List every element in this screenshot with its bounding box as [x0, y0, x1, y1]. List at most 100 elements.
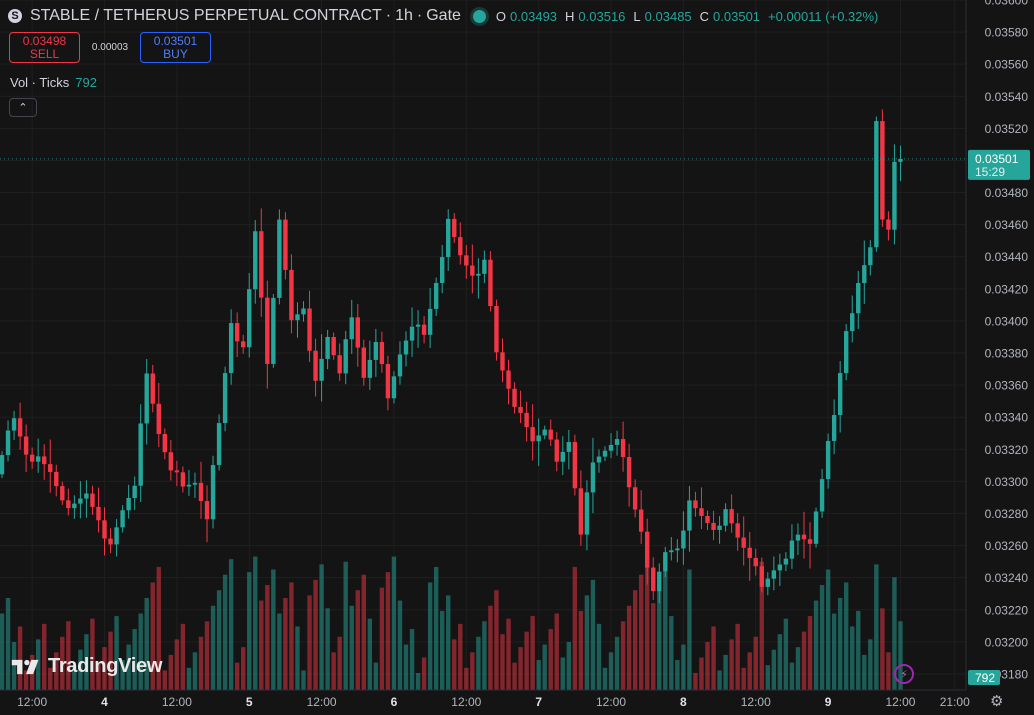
- time-tick-label: 12:00: [17, 695, 47, 709]
- volume-bar: [283, 597, 288, 690]
- candle-body: [735, 523, 740, 538]
- volume-bar: [783, 618, 789, 690]
- indicator-name: Vol · Ticks: [10, 75, 70, 90]
- volume-bar: [433, 566, 439, 690]
- volume-bar: [741, 667, 746, 690]
- volume-bar: [506, 618, 511, 690]
- candle-body: [11, 418, 17, 431]
- time-tick-label: 12:00: [162, 695, 192, 709]
- volume-bar: [663, 572, 668, 690]
- candle-body: [572, 442, 578, 489]
- price-tick-label: 0.03460: [985, 218, 1029, 232]
- volume-bar: [253, 556, 258, 690]
- candle-body: [192, 482, 198, 485]
- candle-body: [343, 339, 348, 374]
- volume-bar: [0, 613, 5, 690]
- volume-bar: [765, 665, 771, 690]
- volume-bar: [850, 626, 855, 690]
- candle-body: [494, 306, 499, 353]
- collapse-legend-button[interactable]: ⌃: [9, 98, 37, 117]
- volume-bar: [373, 662, 379, 690]
- volume-bar: [856, 610, 861, 690]
- interval-label[interactable]: 1h: [395, 7, 413, 25]
- volume-bar: [837, 597, 843, 690]
- market-status-icon[interactable]: [472, 9, 486, 23]
- candle-body: [180, 472, 186, 487]
- exchange-logo-icon: S: [8, 9, 22, 23]
- volume-bar: [801, 631, 807, 690]
- candle-body: [409, 326, 415, 341]
- volume-bar: [699, 657, 704, 690]
- volume-bar: [813, 600, 819, 690]
- last-price-label: 0.03501: [975, 152, 1019, 166]
- candle-body: [777, 564, 783, 571]
- volume-indicator-legend[interactable]: Vol · Ticks 792: [10, 75, 97, 90]
- candle-body: [301, 308, 306, 315]
- sell-button[interactable]: 0.03498 SELL: [9, 32, 80, 63]
- volume-bar: [554, 613, 559, 690]
- volume-bar: [446, 595, 451, 690]
- volume-bar: [536, 660, 541, 690]
- candle-body: [319, 358, 324, 381]
- candle-body: [253, 231, 258, 290]
- candle-body: [470, 265, 475, 276]
- candle-body: [361, 347, 366, 378]
- candle-body: [379, 342, 385, 365]
- candle-body: [482, 259, 487, 274]
- volume-bar: [204, 621, 210, 690]
- volume-bar: [560, 657, 565, 690]
- candle-body: [210, 465, 216, 520]
- time-tick-label: 12:00: [451, 695, 481, 709]
- candlesticks: [0, 109, 903, 604]
- candle-body: [0, 455, 5, 475]
- candle-body: [638, 509, 644, 532]
- candle-body: [355, 317, 360, 348]
- candle-body: [476, 273, 481, 276]
- candle-body: [783, 558, 789, 565]
- time-axis[interactable]: 12:00 4 12:00 5 12:00 6 12:00 7 12:00 8 12:00 9 12:0…: [0, 689, 970, 709]
- candle-body: [596, 456, 602, 463]
- volume-bar: [488, 605, 493, 690]
- candle-body: [385, 364, 391, 399]
- candle-body: [711, 522, 716, 530]
- volume-bar: [747, 652, 752, 690]
- candle-body: [120, 510, 125, 528]
- lightning-icon[interactable]: ⚡: [894, 664, 914, 684]
- volume-bar: [500, 634, 505, 690]
- candle-body: [415, 324, 421, 327]
- symbol-title[interactable]: STABLE / TETHERUS PERPETUAL CONTRACT: [30, 7, 382, 25]
- close-value: 0.03501: [713, 8, 761, 24]
- price-axis[interactable]: 0.031800.032000.032200.032400.032600.032…: [965, 0, 1034, 715]
- time-tick-label: 21:00: [940, 695, 970, 709]
- candle-body: [277, 219, 282, 298]
- volume-bar: [180, 623, 186, 690]
- volume-bar: [681, 644, 686, 690]
- candle-body: [198, 482, 204, 502]
- volume-bar: [114, 616, 119, 690]
- candle-body: [259, 231, 264, 298]
- tradingview-logo[interactable]: TradingView: [10, 655, 162, 678]
- candle-body: [373, 342, 379, 360]
- volume-bar: [355, 590, 360, 690]
- candle-body: [174, 470, 180, 473]
- volume-bar: [289, 582, 294, 690]
- volume-bar: [192, 652, 198, 690]
- price-chart[interactable]: 0.031800.032000.032200.032400.032600.032…: [0, 0, 1034, 715]
- volume-bar: [614, 636, 620, 690]
- indicator-value: 792: [75, 75, 97, 90]
- candle-body: [862, 265, 867, 284]
- volume-bar: [530, 616, 535, 690]
- volume-bar: [415, 673, 421, 690]
- volume-bar: [868, 639, 873, 690]
- low-key: L: [633, 8, 641, 24]
- volume-bar: [427, 582, 433, 690]
- price-tick-label: 0.03540: [985, 90, 1029, 104]
- time-tick-label: 12:00: [307, 695, 337, 709]
- settings-gear-icon[interactable]: ⚙: [990, 692, 1003, 710]
- candle-body: [433, 282, 439, 309]
- candle-body: [325, 336, 330, 359]
- candle-body: [222, 373, 228, 424]
- volume-bar: [548, 629, 553, 690]
- buy-button[interactable]: 0.03501 BUY: [140, 32, 211, 63]
- candle-body: [96, 506, 101, 521]
